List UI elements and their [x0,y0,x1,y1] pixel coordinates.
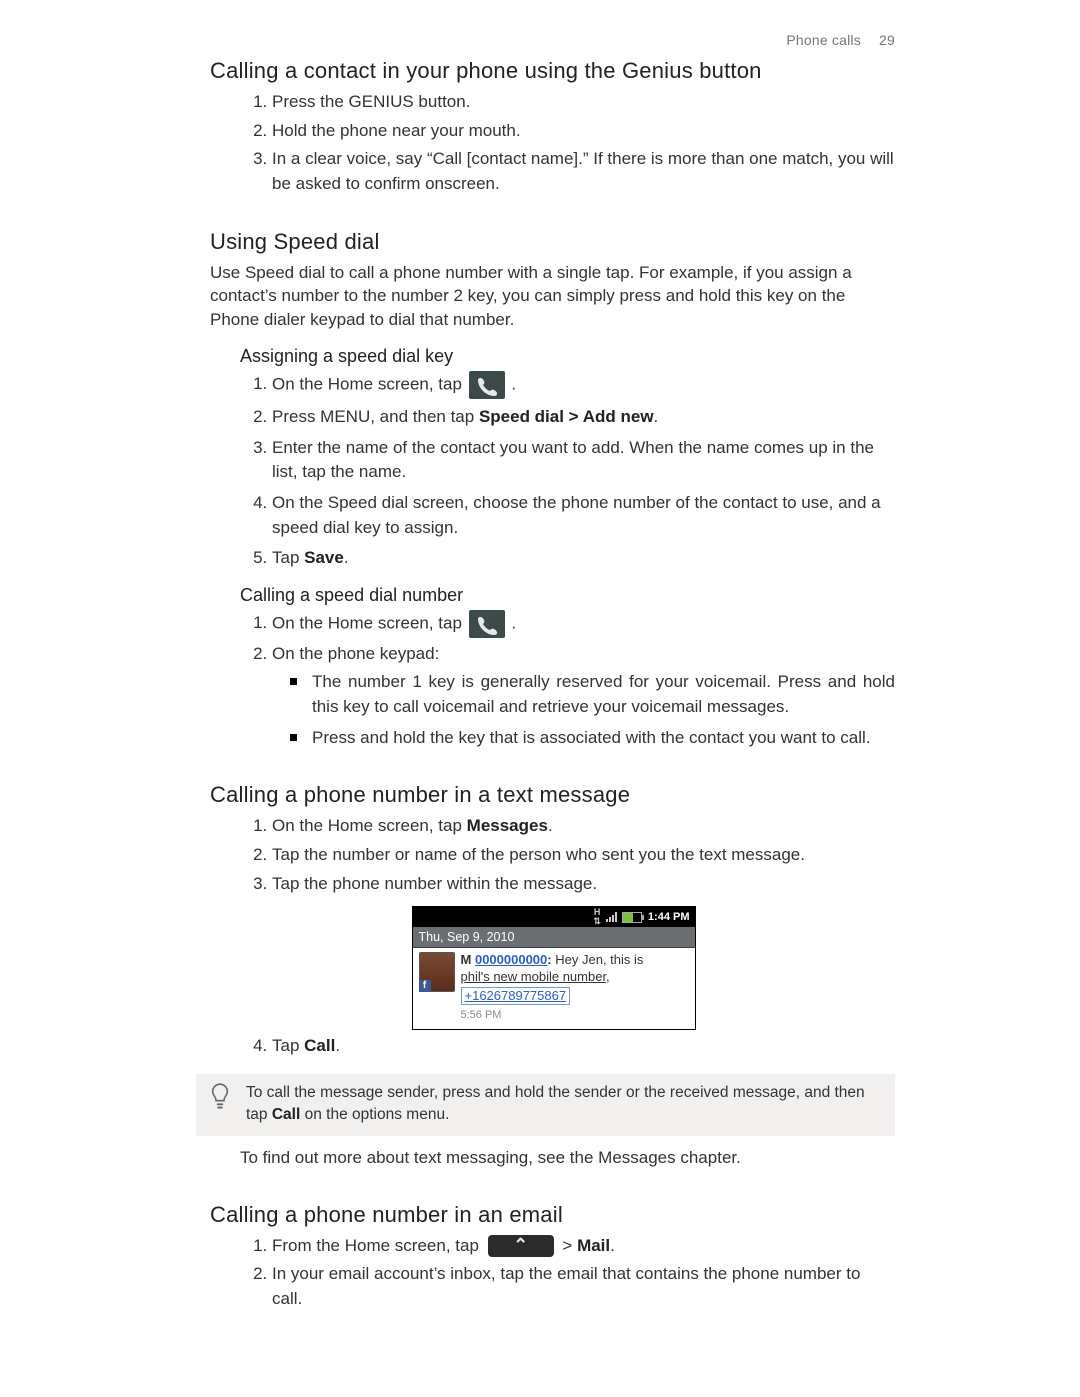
message-time: 5:56 PM [461,1009,689,1023]
section-text-message: Calling a phone number in a text message… [210,782,895,1169]
text: . [344,548,349,567]
status-icons: H⇅ [593,908,642,926]
phone-dialer-icon [469,610,505,638]
step: Enter the name of the contact you want t… [272,436,895,485]
battery-icon [622,912,642,923]
bold-label: Messages [467,816,548,835]
step: In your email account’s inbox, tap the e… [272,1262,895,1311]
phone-dialer-icon [469,371,505,399]
step: In a clear voice, say “Call [contact nam… [272,147,895,196]
bold-label: Call [304,1036,335,1055]
heading-assign-key: Assigning a speed dial key [240,346,895,367]
step: On the phone keypad: The number 1 key is… [272,642,895,751]
speed-dial-intro: Use Speed dial to call a phone number wi… [210,261,895,332]
manual-page: Phone calls 29 Calling a contact in your… [0,0,1080,1397]
see-also: To find out more about text messaging, s… [240,1146,895,1170]
text: On the phone keypad: [272,644,439,663]
heading-genius: Calling a contact in your phone using th… [210,58,895,84]
text: Press MENU, and then tap [272,407,479,426]
step: Press the GENIUS button. [272,90,895,115]
bold-label: Call [272,1106,300,1123]
text: On the Home screen, tap [272,816,467,835]
assign-steps: On the Home screen, tap . Press MENU, an… [210,371,895,571]
text: On the Home screen, tap [272,374,462,393]
heading-speed-dial: Using Speed dial [210,229,895,255]
text: . [511,613,516,632]
text: Tap [272,1036,304,1055]
message-text: M 0000000000: Hey Jen, this is phil's ne… [461,952,689,1023]
text: . [654,407,659,426]
text-msg-steps-cont: Tap Call. [210,1034,895,1059]
step: Tap Call. [272,1034,895,1059]
step: On the Home screen, tap . [272,610,895,638]
heading-email: Calling a phone number in an email [210,1202,895,1228]
bullet: Press and hold the key that is associate… [312,726,895,751]
bold-label: Mail [577,1236,610,1255]
text: > [562,1236,572,1255]
text: on the options menu. [300,1106,449,1123]
all-apps-icon [488,1235,554,1257]
step: Tap Save. [272,546,895,571]
message-screenshot: H⇅ 1:44 PM Thu, Sep 9, 2010 M 0000000000… [412,906,694,1030]
step: On the Home screen, tap Messages. [272,814,895,839]
network-type-icon: H⇅ [593,908,601,926]
text: . [511,374,516,393]
text-msg-steps: On the Home screen, tap Messages. Tap th… [210,814,895,896]
bold-label: Speed dial > Add new [479,407,654,426]
message-bubble: M 0000000000: Hey Jen, this is phil's ne… [413,948,695,1029]
tip-callout: To call the message sender, press and ho… [196,1074,895,1135]
genius-steps: Press the GENIUS button. Hold the phone … [210,90,895,197]
text: . [610,1236,615,1255]
phone-screen: H⇅ 1:44 PM Thu, Sep 9, 2010 M 0000000000… [412,906,696,1030]
page-number: 29 [879,32,895,48]
thread-date: Thu, Sep 9, 2010 [413,927,695,948]
msg-line1: Hey Jen, this is [555,952,643,967]
section-speed-dial: Using Speed dial Use Speed dial to call … [210,229,895,751]
heading-text-msg: Calling a phone number in a text message [210,782,895,808]
sender-number-link: 0000000000 [475,952,547,967]
status-bar: H⇅ 1:44 PM [413,907,695,927]
page-header: Phone calls 29 [786,32,895,48]
step: On the Speed dial screen, choose the pho… [272,491,895,540]
section-genius-call: Calling a contact in your phone using th… [210,58,895,197]
text: Tap [272,548,304,567]
signal-icon [606,912,617,922]
heading-call-speed-dial: Calling a speed dial number [240,585,895,606]
step: Tap the phone number within the message. [272,872,895,897]
bullet: The number 1 key is generally reserved f… [312,670,895,719]
lightbulb-icon [206,1082,234,1125]
keypad-notes: The number 1 key is generally reserved f… [272,670,895,750]
bold-label: Save [304,548,344,567]
step: On the Home screen, tap . [272,371,895,399]
step: Press MENU, and then tap Speed dial > Ad… [272,405,895,430]
contact-avatar [419,952,455,992]
call-sd-steps: On the Home screen, tap . On the phone k… [210,610,895,751]
text: On the Home screen, tap [272,613,462,632]
sender-label: M [461,952,472,967]
step: Tap the number or name of the person who… [272,843,895,868]
section-email: Calling a phone number in an email From … [210,1202,895,1312]
email-steps: From the Home screen, tap > Mail. In you… [210,1234,895,1312]
text: From the Home screen, tap [272,1236,479,1255]
step: Hold the phone near your mouth. [272,119,895,144]
phone-number-link: +1626789775867 [461,987,571,1005]
status-time: 1:44 PM [648,911,690,923]
chapter-name: Phone calls [786,32,861,48]
msg-line2: phil's new mobile number, [461,969,610,984]
text: . [548,816,553,835]
step: From the Home screen, tap > Mail. [272,1234,895,1259]
tip-text: To call the message sender, press and ho… [246,1082,885,1125]
text: . [335,1036,340,1055]
